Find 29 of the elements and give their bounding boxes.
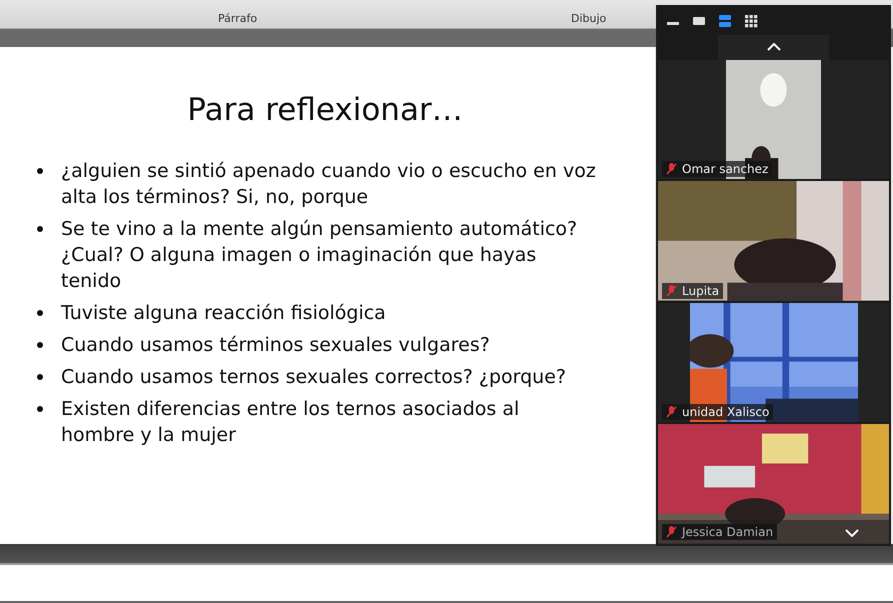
participant-name: unidad Xalisco xyxy=(682,405,770,420)
bullet-text: Existen diferencias entre los ternos asociados al hombre y la mujer xyxy=(61,397,520,448)
slide-title: Para reflexionar… xyxy=(186,92,464,128)
chevron-up-icon[interactable] xyxy=(766,43,780,52)
bullet-text: Cuando usamos términos sexuales vulgares? xyxy=(61,333,490,358)
bullet-text: Tuviste alguna reacción fisiológica xyxy=(61,301,386,326)
splitter-bar[interactable] xyxy=(0,544,893,565)
participant-name: Jessica Damian xyxy=(682,525,774,540)
bullet-icon xyxy=(37,374,43,380)
bullet-icon xyxy=(37,168,43,174)
bullet-icon xyxy=(37,342,43,348)
video-tile[interactable]: Lupita xyxy=(658,181,889,301)
bullet-icon xyxy=(37,310,43,316)
bullet-icon xyxy=(37,406,43,412)
notes-pane[interactable] xyxy=(0,565,893,603)
bullet-text: ¿alguien se sintió apenado cuando vio o escucho en voz alta los términos? Si, no, porque xyxy=(61,159,597,210)
chevron-down-icon[interactable] xyxy=(845,529,859,537)
participant-name: Lupita xyxy=(682,284,720,298)
strip-view-icon[interactable] xyxy=(718,14,732,28)
ribbon-group-label: Párrafo xyxy=(218,12,258,27)
participant-name: Omar sanchez xyxy=(682,162,768,176)
video-tile[interactable]: unidad Xalisco xyxy=(658,302,889,422)
bullet-icon xyxy=(37,226,43,232)
ribbon-group-label: Dibujo xyxy=(571,12,606,27)
video-tile[interactable]: Jessica Damian xyxy=(658,424,889,544)
video-tile[interactable]: Omar sanchez xyxy=(658,60,889,180)
bullet-text: Cuando usamos ternos sexuales correctos? ¿porque? xyxy=(61,365,566,390)
gallery-view-icon[interactable] xyxy=(744,14,758,28)
bullet-text: Se te vino a la mente algún pensamiento automático? ¿Cual? O alguna imagen o imaginación que hayas tenido xyxy=(61,217,578,294)
